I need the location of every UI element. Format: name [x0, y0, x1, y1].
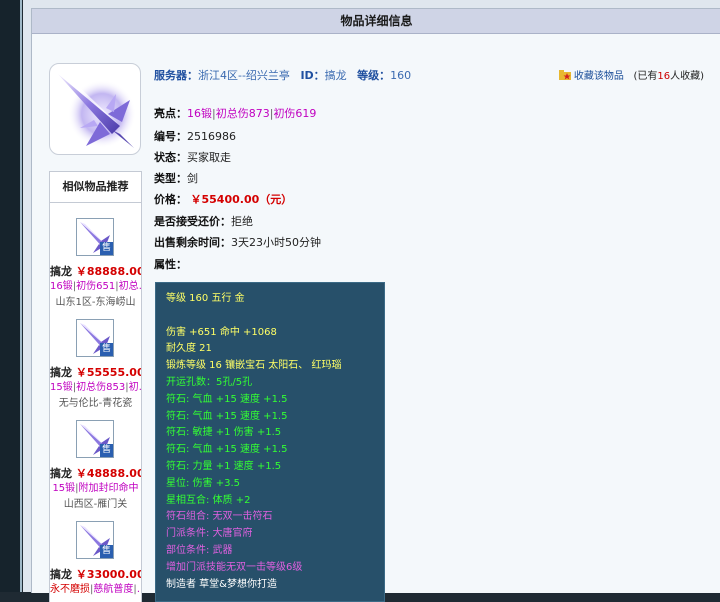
server-value: 浙江4区--绍兴兰亭	[198, 69, 290, 82]
attribute-line: 星相互合: 体质 +2	[166, 494, 251, 506]
attribute-line: 部位条件: 武器	[166, 544, 233, 556]
folder-star-icon	[558, 70, 571, 80]
item-type: 剑	[187, 172, 198, 185]
server-row: 服务器：浙江4区--绍兴兰亭 ID：搞龙 等级：160	[154, 69, 412, 82]
status-row: 状态：买家取走	[154, 151, 231, 164]
item-number: 2516986	[187, 130, 236, 143]
attribute-line: 符石组合: 无双一击符石	[166, 511, 273, 523]
attribute-line: 耐久度 21	[166, 343, 212, 355]
similar-tags: 16锻|初伤651|初总…	[50, 281, 141, 292]
favorite-link[interactable]: 收藏该物品	[574, 71, 624, 82]
attribute-line: 符石: 气血 +15 速度 +1.5	[166, 393, 288, 405]
sidebar-title: 相似物品推荐	[50, 172, 141, 203]
attribute-line	[166, 308, 384, 325]
similar-items-sidebar: 相似物品推荐 售 搞龙 ￥88888.00 16锻|初伤651|初总 山东1区-…	[49, 171, 142, 602]
attribute-line: 等级 160 五行 金	[166, 293, 245, 304]
attr-row: 属性：	[154, 258, 187, 271]
time-remaining: 3天23小时50分钟	[231, 236, 321, 249]
attribute-line: 制造者 草堂&梦想你打造	[166, 578, 277, 590]
bargain-value: 拒绝	[231, 215, 253, 228]
attribute-line: 符石: 气血 +15 速度 +1.5	[166, 444, 288, 456]
similar-item-image[interactable]: 售	[76, 319, 114, 357]
price-row: 价格： ￥55400.00（元）	[154, 193, 293, 206]
time-row: 出售剩余时间：3天23小时50分钟	[154, 236, 321, 249]
attribute-line: 符石: 敏捷 +1 伤害 +1.5	[166, 427, 282, 439]
attribute-line: 增加门派技能无双一击等级6级	[166, 561, 303, 573]
favorite-area: 收藏该物品 (已有16人收藏)	[558, 67, 704, 82]
item-price: ￥55400.00（元）	[190, 193, 293, 206]
number-row: 编号：2516986	[154, 130, 236, 143]
item-thumbnail	[49, 63, 141, 155]
content-frame: 物品详细信息 相似物品推荐 售 搞龙 ￥88888.00 16锻|初伤651|初…	[23, 0, 720, 602]
sword-image	[58, 74, 136, 148]
similar-item[interactable]: 售 搞龙 ￥48888.00 15锻|附加封印命中 山西区-雁门关	[50, 405, 141, 510]
panel-title: 物品详细信息	[32, 9, 720, 34]
sale-badge: 售	[100, 242, 113, 255]
similar-item[interactable]: 售 搞龙 ￥55555.00 15锻|初总伤853|初… 无与伦比-青花瓷	[50, 304, 141, 409]
attribute-line: 开运孔数：5孔/5孔	[166, 376, 253, 388]
attribute-line: 星位: 伤害 +3.5	[166, 477, 241, 489]
attribute-line: 伤害 +651 命中 +1068	[166, 326, 277, 338]
item-status: 买家取走	[187, 151, 231, 164]
sale-badge: 售	[100, 343, 113, 356]
highlight-row: 亮点：16锻|初总伤873|初伤619	[154, 107, 317, 120]
similar-tags: 15锻|附加封印命中	[52, 483, 139, 494]
attribute-box: 等级 160 五行 金 伤害 +651 命中 +1068 耐久度 21 锻炼等级 1…	[155, 282, 385, 602]
similar-tags: 15锻|初总伤853|初…	[50, 382, 141, 393]
sale-badge: 售	[100, 444, 113, 457]
similar-item-image[interactable]: 售	[76, 521, 114, 559]
similar-item[interactable]: 售 搞龙 ￥33000.00 永不磨损|慈航普度|…	[50, 506, 141, 602]
favorite-count: 16	[657, 71, 671, 82]
bargain-row: 是否接受还价：拒绝	[154, 215, 253, 228]
attribute-line: 锻炼等级 16 镶嵌宝石 太阳石、 红玛瑙	[166, 360, 342, 372]
similar-tags: 永不磨损|慈航普度|…	[50, 584, 141, 595]
level-value: 160	[390, 69, 412, 82]
item-detail-panel: 物品详细信息 相似物品推荐 售 搞龙 ￥88888.00 16锻|初伤651|初…	[31, 8, 720, 602]
attribute-line: 符石: 力量 +1 速度 +1.5	[166, 460, 282, 472]
attribute-line: 符石: 气血 +15 速度 +1.5	[166, 410, 288, 422]
sale-badge: 售	[100, 545, 113, 558]
left-border-strip	[0, 0, 22, 592]
seller-id: 搞龙	[324, 69, 347, 82]
similar-item-image[interactable]: 售	[76, 420, 114, 458]
similar-item-image[interactable]: 售	[76, 218, 114, 256]
attribute-line: 门派条件: 大唐官府	[166, 528, 253, 540]
similar-item[interactable]: 售 搞龙 ￥88888.00 16锻|初伤651|初总… 山东1区-东海崂山	[50, 203, 141, 308]
type-row: 类型：剑	[154, 172, 198, 185]
